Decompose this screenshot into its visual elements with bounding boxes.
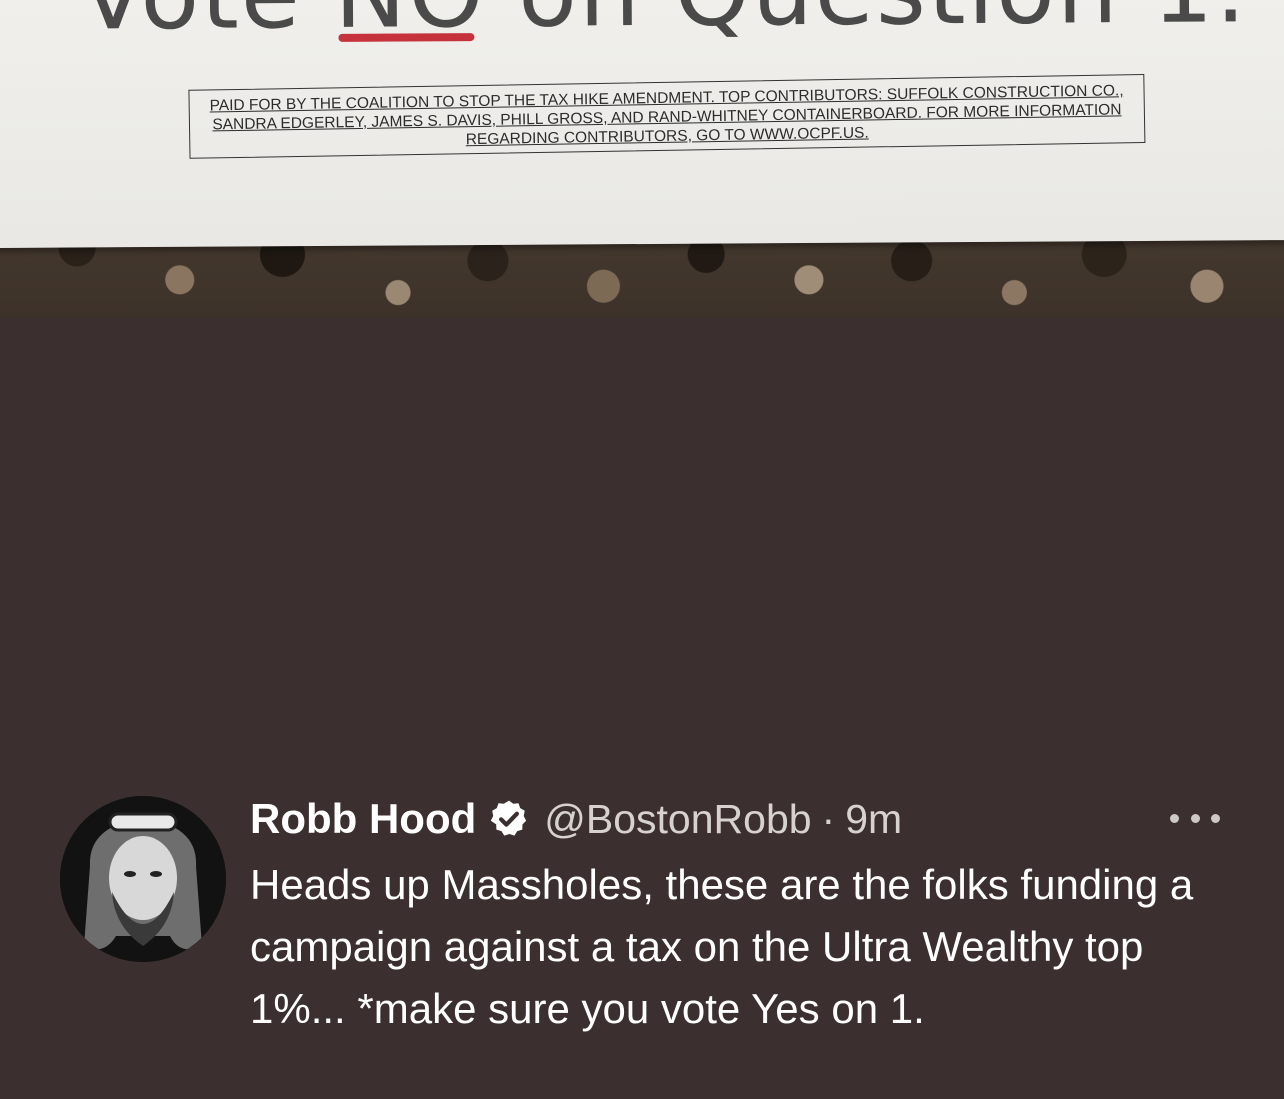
mailer-headline: Vote NO on Question 1. [80, 0, 1248, 51]
verified-badge-icon [488, 798, 530, 840]
mailer-paper: Vote NO on Question 1. PAID FOR BY THE C… [0, 0, 1284, 248]
avatar[interactable] [60, 796, 226, 962]
attached-photo[interactable]: Vote NO on Question 1. PAID FOR BY THE C… [0, 0, 1284, 318]
avatar-image [60, 796, 226, 962]
tweet[interactable]: Robb Hood @BostonRobb · 9m Heads up Mass… [0, 780, 1284, 1099]
tweet-header: Robb Hood @BostonRobb · 9m [250, 794, 902, 844]
author-name[interactable]: Robb Hood [250, 795, 476, 843]
separator-dot: · [821, 795, 836, 842]
author-handle[interactable]: @BostonRobb [544, 796, 811, 843]
more-dot [1190, 813, 1200, 823]
more-dot [1211, 813, 1220, 823]
tweet-text: Heads up Massholes, these are the folks … [250, 861, 1194, 1032]
more-options-icon[interactable] [1170, 798, 1220, 838]
mailer-red-underline [338, 33, 475, 42]
tweet-timestamp[interactable]: 9m [845, 796, 902, 843]
mailer-disclaimer: PAID FOR BY THE COALITION TO STOP THE TA… [188, 73, 1146, 159]
more-dot [1170, 813, 1179, 823]
